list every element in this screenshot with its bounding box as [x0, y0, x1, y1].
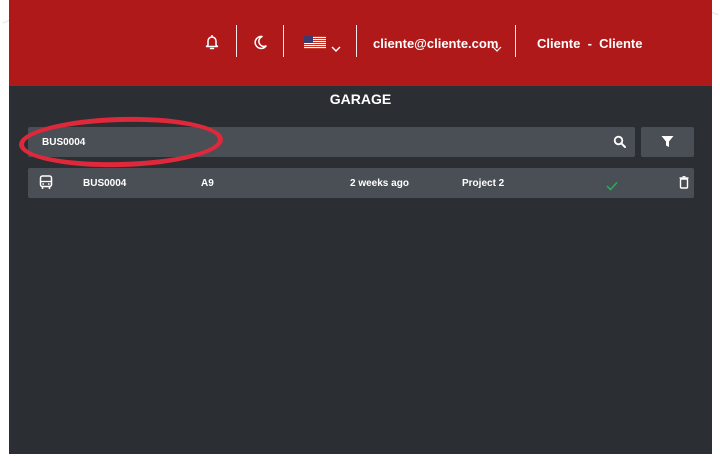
chevron-down-icon[interactable] [331, 40, 341, 52]
filter-button[interactable] [641, 127, 694, 157]
check-icon [606, 178, 618, 196]
separator [283, 25, 284, 57]
row-project: Project 2 [462, 178, 505, 189]
row-updated: 2 weeks ago [350, 178, 409, 189]
separator [515, 25, 516, 57]
bell-icon[interactable] [203, 33, 221, 51]
trash-icon[interactable] [679, 176, 689, 194]
separator [236, 25, 237, 57]
row-code: BUS0004 [83, 178, 127, 189]
app-window: cliente@cliente.com Cliente - Cliente GA… [9, 0, 712, 454]
us-flag-icon[interactable] [304, 36, 326, 49]
row-line: A9 [201, 178, 214, 189]
top-bar: cliente@cliente.com Cliente - Cliente [9, 0, 712, 86]
user-email-menu[interactable]: cliente@cliente.com [373, 36, 498, 51]
highlight-annotation [18, 114, 224, 170]
moon-icon[interactable] [251, 33, 269, 51]
user-name: Cliente - Cliente [537, 36, 643, 51]
filter-icon [661, 136, 674, 147]
page-title: GARAGE [329, 91, 392, 107]
separator [356, 25, 357, 57]
chevron-down-icon[interactable] [492, 40, 502, 52]
bus-icon [39, 175, 53, 195]
search-icon[interactable] [613, 135, 627, 149]
table-row[interactable]: BUS0004 A9 2 weeks ago Project 2 [28, 168, 694, 198]
